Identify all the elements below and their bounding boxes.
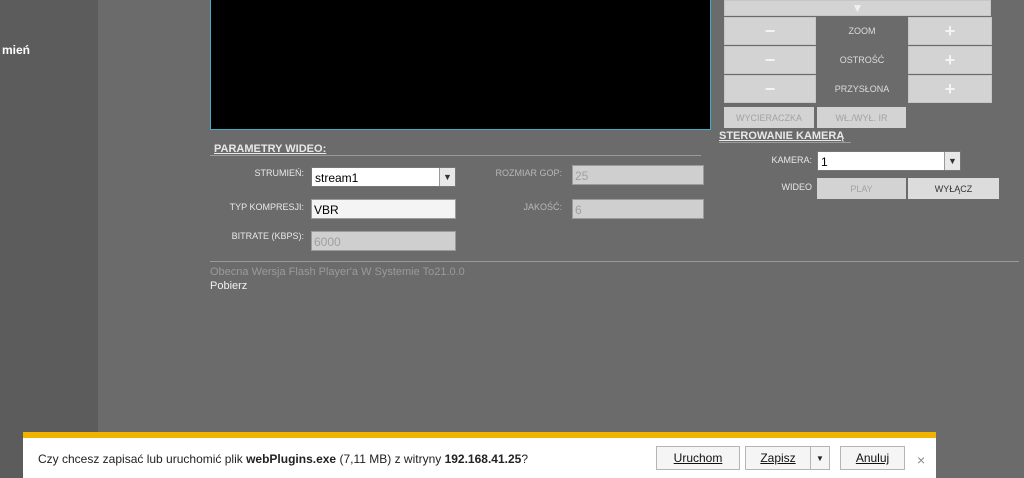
camera-value: 1 <box>821 155 828 169</box>
play-button[interactable]: PLAY <box>817 178 906 199</box>
video-params-divider <box>210 155 701 156</box>
content-divider <box>210 261 1019 262</box>
download-prompt: Czy chcesz zapisać lub uruchomić plik we… <box>38 452 528 466</box>
focus-plus-button[interactable]: + <box>908 46 992 74</box>
compression-field[interactable]: VBR <box>311 199 456 219</box>
download-host: 192.168.41.25 <box>444 452 522 466</box>
download-filename: webPlugins.exe <box>246 452 337 466</box>
stream-select[interactable]: stream1 ▼ <box>311 167 456 187</box>
focus-label: OSTROŚĆ <box>816 46 908 74</box>
close-icon[interactable]: × <box>917 452 925 468</box>
bitrate-label: BITRATE (KBPS): <box>231 231 304 241</box>
ir-toggle-button[interactable]: WŁ./WYŁ. IR <box>817 107 906 128</box>
download-flash-link[interactable]: Pobierz <box>210 280 247 292</box>
iris-plus-button[interactable]: + <box>908 75 992 103</box>
camera-label: KAMERA: <box>771 155 812 165</box>
download-prompt-prefix: Czy chcesz zapisać lub uruchomić plik <box>38 452 247 466</box>
run-button[interactable]: Uruchom <box>656 446 740 470</box>
camera-control-divider <box>719 142 851 143</box>
zoom-in-button[interactable]: + <box>908 17 992 45</box>
camera-control-title: STEROWANIE KAMERĄ <box>719 130 845 142</box>
stop-video-button[interactable]: WYŁĄCZ <box>908 178 999 199</box>
quality-field[interactable]: 6 <box>572 199 704 219</box>
camera-select[interactable]: 1 ▼ <box>817 151 961 171</box>
bitrate-field[interactable]: 6000 <box>311 231 456 251</box>
wiper-button[interactable]: WYCIERACZKA <box>724 107 814 128</box>
gop-field[interactable]: 25 <box>572 165 704 185</box>
flash-version-note: Obecna Wersja Flash Player'a W Systemie … <box>210 266 465 278</box>
stream-value: stream1 <box>315 171 359 185</box>
video-label: WIDEO <box>781 182 813 192</box>
zoom-label: ZOOM <box>816 17 908 45</box>
quality-label: JAKOŚĆ: <box>523 202 562 212</box>
save-options-dropdown[interactable]: ▼ <box>810 446 830 470</box>
minus-icon: − <box>764 49 776 70</box>
left-panel: mień <box>0 0 98 478</box>
save-button[interactable]: Zapisz <box>745 446 811 470</box>
chevron-down-icon[interactable]: ▼ <box>944 152 960 170</box>
chevron-down-icon[interactable]: ▼ <box>439 168 455 186</box>
plus-icon: + <box>944 78 956 99</box>
download-size: (7,11 MB) z witryny <box>336 452 445 466</box>
cancel-button[interactable]: Anuluj <box>840 446 905 470</box>
zoom-out-button[interactable]: − <box>724 17 816 45</box>
plus-icon: + <box>944 20 956 41</box>
compression-label: TYP KOMPRESJI: <box>229 202 304 212</box>
download-notification-bar: Czy chcesz zapisać lub uruchomić plik we… <box>23 432 936 478</box>
gop-label: ROZMIAR GOP: <box>495 168 562 178</box>
video-preview <box>210 0 711 130</box>
focus-minus-button[interactable]: − <box>724 46 816 74</box>
stream-label: STRUMIEŃ: <box>254 168 305 178</box>
plus-icon: + <box>944 49 956 70</box>
minus-icon: − <box>764 20 776 41</box>
iris-minus-button[interactable]: − <box>724 75 816 103</box>
minus-icon: − <box>764 78 776 99</box>
chevron-down-icon: ▼ <box>816 453 824 463</box>
download-prompt-suffix: ? <box>521 452 529 466</box>
sidebar-item-active[interactable]: mień <box>2 43 30 57</box>
tilt-down-button[interactable]: ▼ <box>724 0 991 16</box>
chevron-down-icon: ▼ <box>851 1 864 15</box>
video-params-title: PARAMETRY WIDEO: <box>214 143 327 155</box>
iris-label: PRZYSŁONA <box>816 75 908 103</box>
